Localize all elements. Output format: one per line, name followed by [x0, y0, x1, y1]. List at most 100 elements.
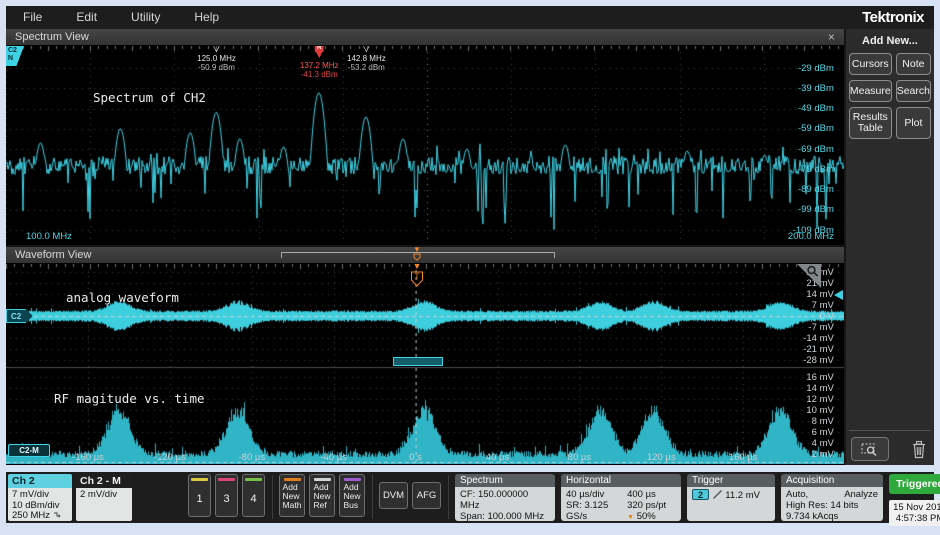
waveform-math-badge[interactable]: C2-M	[8, 444, 50, 457]
trigger-triangle-icon: ▼	[412, 264, 422, 271]
time-label: -80 µs	[239, 452, 266, 463]
sidebar-button-search[interactable]: Search	[896, 80, 931, 102]
marker-frequency: 125.0 MHz	[197, 54, 236, 63]
acquisition-panel-title: Acquisition	[781, 474, 883, 487]
analog-mv-label: 0 V	[820, 311, 834, 322]
trigger-source-chip: 2	[692, 489, 709, 500]
trigger-pentagon-icon: T	[411, 271, 424, 287]
add-new-buttons: AddNewMathAddNewRef AddNewBus	[279, 474, 369, 517]
channel-button-4[interactable]: 4	[242, 474, 265, 517]
spectrum-view-title: Spectrum View	[6, 31, 89, 43]
acquisition-mode: Auto,	[786, 489, 808, 500]
horizontal-panel-body: 40 µs/div SR: 3.125 GS/s RL: 1.25 Mpts 4…	[561, 487, 681, 521]
trash-icon[interactable]	[911, 440, 927, 459]
afg-button[interactable]: AFG	[412, 482, 441, 509]
acquisition-settings-panel[interactable]: Acquisition Auto,Analyze High Res: 14 bi…	[781, 474, 883, 521]
rf-mv-label: 2 mV	[812, 449, 834, 460]
channel-button-1[interactable]: 1	[188, 474, 211, 517]
acquisition-count: 9.734 kAcqs	[786, 511, 878, 521]
add-button-label: AddNewBus	[343, 481, 360, 516]
ch2-badge-title: Ch 2	[8, 474, 72, 488]
time-label: 120 µs	[647, 452, 676, 463]
marker-142.8MHz[interactable]: ▽142.8 MHz-53.2 dBm	[347, 46, 386, 72]
channel-button-3[interactable]: 3	[215, 474, 238, 517]
add-new-ref-button[interactable]: AddNewRef	[309, 474, 335, 517]
waveform-plot[interactable]: ▼ T analog waveform RF magitude vs. time…	[6, 264, 844, 464]
analog-mv-label: -21 mV	[803, 344, 834, 355]
bandwidth-limit-icon	[53, 511, 62, 519]
ch2-badge-body: 7 mV/div 10 dBm/div 250 MHz	[8, 488, 72, 521]
spectrum-channel-tab-label: C2	[8, 47, 17, 54]
expansion-pentagon-icon	[413, 253, 421, 261]
app-window: FileEditUtilityHelp Tektronix Spectrum V…	[6, 6, 934, 465]
marker-amplitude: -41.3 dBm	[301, 70, 338, 79]
dbm-label: -69 dBm	[798, 144, 834, 155]
divider	[372, 475, 373, 519]
sidebar-button-measure[interactable]: Measure	[849, 80, 892, 102]
sidebar-button-plot[interactable]: Plot	[896, 107, 931, 139]
ch2-badge[interactable]: Ch 2 7 mV/div 10 dBm/div 250 MHz	[8, 474, 72, 521]
zoom-selection-bar[interactable]	[393, 357, 443, 366]
dbm-label: -49 dBm	[798, 103, 834, 114]
expansion-point-marker[interactable]: ▼	[413, 247, 421, 261]
channel-buttons: 134	[188, 474, 269, 517]
waveform-view-titlebar: Waveform View ▼	[6, 247, 844, 264]
spectrum-plot-canvas[interactable]	[6, 46, 844, 245]
close-icon[interactable]: ×	[825, 29, 838, 45]
trigger-settings-panel[interactable]: Trigger 2 11.2 mV	[687, 474, 775, 521]
sidebar-buttons: CursorsNoteMeasureSearchResultsTablePlot	[849, 53, 931, 139]
waveform-view-title: Waveform View	[6, 249, 91, 261]
trigger-marker[interactable]: ▼ T	[411, 264, 424, 287]
marker-137.2MHz[interactable]: R▼137.2 MHz-41.3 dBm	[300, 46, 339, 79]
trace-handle-icon[interactable]	[834, 290, 843, 300]
time-label: 0 s	[409, 452, 422, 463]
rf-mv-label: 6 mV	[812, 427, 834, 438]
spectrum-panel-body: CF: 150.000000 MHz Span: 100.000 MHz RBW…	[455, 487, 555, 521]
horizontal-settings-panel[interactable]: Horizontal 40 µs/div SR: 3.125 GS/s RL: …	[561, 474, 681, 521]
dvm-button[interactable]: DVM	[379, 482, 408, 509]
menu-item-help[interactable]: Help	[177, 6, 236, 29]
brand-logo: Tektronix	[862, 9, 924, 26]
dbm-label: -79 dBm	[798, 164, 834, 175]
ch2-math-scale: 2 mV/div	[80, 490, 128, 501]
sidebar-button-cursors[interactable]: Cursors	[849, 53, 892, 75]
trigger-level: 11.2 mV	[725, 490, 760, 501]
channel-button-label: 3	[223, 481, 229, 516]
add-new-math-button[interactable]: AddNewMath	[279, 474, 305, 517]
marker-125.0MHz[interactable]: ▽125.0 MHz-50.9 dBm	[197, 46, 236, 72]
magnifier-icon	[806, 265, 819, 278]
sample-rate: SR: 3.125 GS/s	[566, 500, 627, 521]
zoom-select-button[interactable]	[851, 437, 889, 461]
rf-mv-label: 16 mV	[806, 372, 833, 383]
marker-frequency: 137.2 MHz	[300, 61, 339, 70]
menu-item-file[interactable]: File	[6, 6, 59, 29]
marker-amplitude: -50.9 dBm	[198, 63, 235, 72]
menu-item-edit[interactable]: Edit	[59, 6, 114, 29]
spectrum-annotation: Spectrum of CH2	[93, 90, 206, 105]
analog-mv-label: 7 mV	[812, 300, 834, 311]
time: 4:57:38 PM	[889, 513, 940, 524]
tool-buttons: DVMAFG	[379, 474, 445, 509]
dbm-label: -29 dBm	[798, 63, 834, 74]
settings-bar: Ch 2 7 mV/div 10 dBm/div 250 MHz Ch 2 - …	[6, 472, 934, 523]
time-label: -40 µs	[320, 452, 347, 463]
dbm-label: -99 dBm	[798, 204, 834, 215]
views-column: Spectrum View × C2N Spectrum of CH2 100.…	[6, 29, 844, 465]
rf-mv-label: 8 mV	[812, 416, 834, 427]
menu-item-utility[interactable]: Utility	[114, 6, 177, 29]
add-new-bus-button[interactable]: AddNewBus	[339, 474, 365, 517]
marker-triangle-icon: ▽	[212, 46, 220, 53]
screen-frame: FileEditUtilityHelp Tektronix Spectrum V…	[0, 0, 940, 535]
rising-edge-icon	[712, 489, 723, 500]
spectrum-settings-panel[interactable]: Spectrum CF: 150.000000 MHz Span: 100.00…	[455, 474, 555, 521]
time-label: 160 µs	[729, 452, 758, 463]
sidebar-button-results-table[interactable]: ResultsTable	[849, 107, 892, 139]
ch2-scale: 7 mV/div	[12, 490, 68, 501]
span: Span: 100.000 MHz	[460, 511, 550, 521]
rf-mv-label: 14 mV	[806, 383, 833, 394]
ch2-math-badge[interactable]: Ch 2 - M 2 mV/div	[76, 474, 132, 521]
sidebar-button-note[interactable]: Note	[896, 53, 931, 75]
time-label: -160 µs	[72, 452, 104, 463]
freq-axis-start-label: 100.0 MHz	[26, 231, 72, 242]
spectrum-plot[interactable]: C2N Spectrum of CH2 100.0 MHz 200.0 MHz …	[6, 46, 844, 245]
